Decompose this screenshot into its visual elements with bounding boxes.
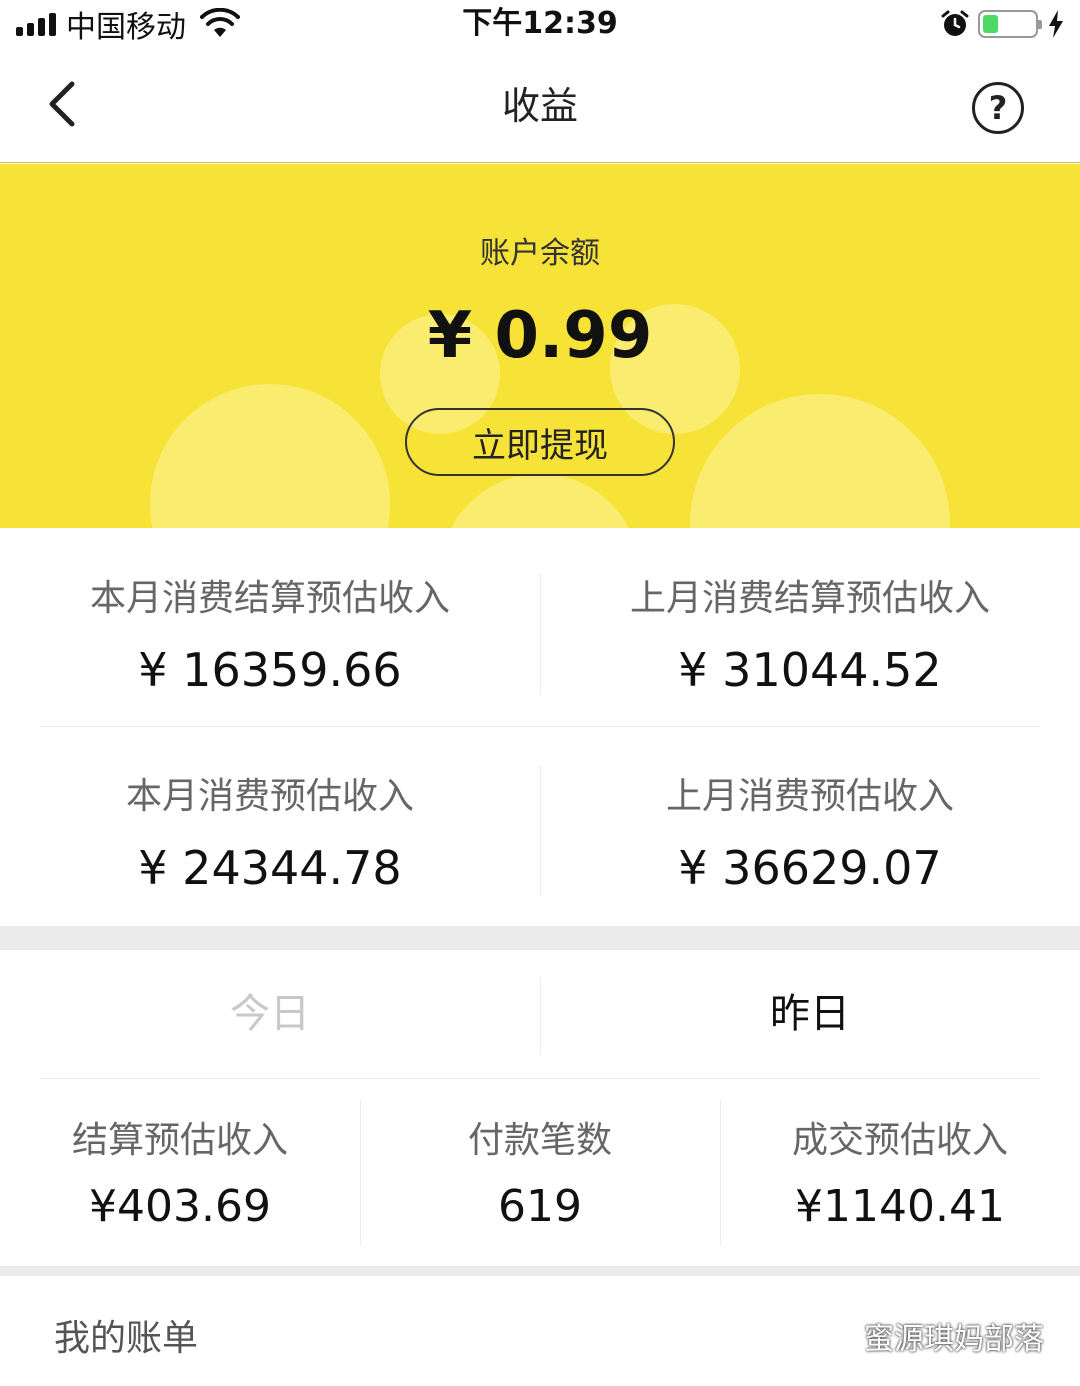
day-tabs: 今日 昨日 <box>0 950 1080 1080</box>
stat-label: 上月消费预估收入 <box>665 776 954 817</box>
divider <box>40 726 1040 727</box>
divider <box>360 1100 361 1246</box>
stat-label: 本月消费结算预估收入 <box>89 578 450 619</box>
daily-value: 619 <box>498 1181 582 1232</box>
balance-label: 账户余额 <box>480 236 600 271</box>
watermark-text: 蜜源琪妈部落 <box>864 1322 1044 1357</box>
alarm-icon <box>941 10 969 36</box>
stat-value: ¥ 31044.52 <box>678 643 942 697</box>
balance-card: 账户余额 ¥ 0.99 立即提现 <box>0 164 1080 528</box>
divider <box>540 978 541 1054</box>
watermark: 蜜源琪妈部落 <box>816 1314 1044 1358</box>
stat-label: 本月消费预估收入 <box>125 776 414 817</box>
decor-bubble <box>440 474 640 528</box>
help-icon[interactable]: ? <box>972 82 1024 134</box>
daily-value: ¥403.69 <box>89 1181 271 1232</box>
divider <box>540 766 541 896</box>
earnings-stats: 本月消费结算预估收入 ¥ 16359.66 上月消费结算预估收入 ¥ 31044… <box>0 528 1080 926</box>
daily-label: 付款笔数 <box>467 1120 612 1161</box>
stat-value: ¥ 36629.07 <box>678 841 942 895</box>
divider <box>40 1078 1040 1079</box>
section-gap <box>0 1266 1080 1276</box>
daily-deal-income: 成交预估收入 ¥1140.41 <box>720 1116 1080 1236</box>
daily-value: ¥1140.41 <box>795 1181 1005 1232</box>
wechat-icon <box>816 1320 855 1351</box>
battery-level <box>983 15 998 33</box>
battery-icon <box>978 10 1042 38</box>
status-time: 下午12:39 <box>462 6 618 41</box>
daily-payment-count: 付款笔数 619 <box>360 1116 720 1236</box>
stat-this-month-estimated: 本月消费预估收入 ¥ 24344.78 <box>0 772 540 898</box>
daily-label: 结算预估收入 <box>71 1120 288 1161</box>
divider <box>720 1100 721 1246</box>
charging-bolt-icon <box>1049 10 1063 38</box>
tab-yesterday[interactable]: 昨日 <box>540 986 1080 1042</box>
stat-last-month-settled: 上月消费结算预估收入 ¥ 31044.52 <box>540 574 1080 700</box>
decor-bubble <box>690 394 950 528</box>
my-bill-label: 我的账单 <box>54 1318 199 1359</box>
stat-value: ¥ 16359.66 <box>138 643 402 697</box>
daily-label: 成交预估收入 <box>791 1120 1008 1161</box>
balance-amount: ¥ 0.99 <box>427 299 653 373</box>
stat-last-month-estimated: 上月消费预估收入 ¥ 36629.07 <box>540 772 1080 898</box>
my-bill-row[interactable]: 我的账单 蜜源琪妈部落 <box>0 1276 1080 1386</box>
stat-label: 上月消费结算预估收入 <box>629 578 990 619</box>
withdraw-button[interactable]: 立即提现 <box>405 408 675 476</box>
nav-bar: 收益 ? <box>0 48 1080 163</box>
status-right <box>940 6 1066 42</box>
divider <box>540 574 541 694</box>
page-title: 收益 <box>501 84 578 128</box>
status-bar: 中国移动 下午12:39 <box>0 0 1080 48</box>
decor-bubble <box>150 384 390 528</box>
section-gap <box>0 926 1080 950</box>
stat-this-month-settled: 本月消费结算预估收入 ¥ 16359.66 <box>0 574 540 700</box>
tab-today[interactable]: 今日 <box>0 986 540 1042</box>
stat-value: ¥ 24344.78 <box>138 841 402 895</box>
daily-settled-income: 结算预估收入 ¥403.69 <box>0 1116 360 1236</box>
daily-stats: 结算预估收入 ¥403.69 付款笔数 619 成交预估收入 ¥1140.41 <box>0 1080 1080 1266</box>
